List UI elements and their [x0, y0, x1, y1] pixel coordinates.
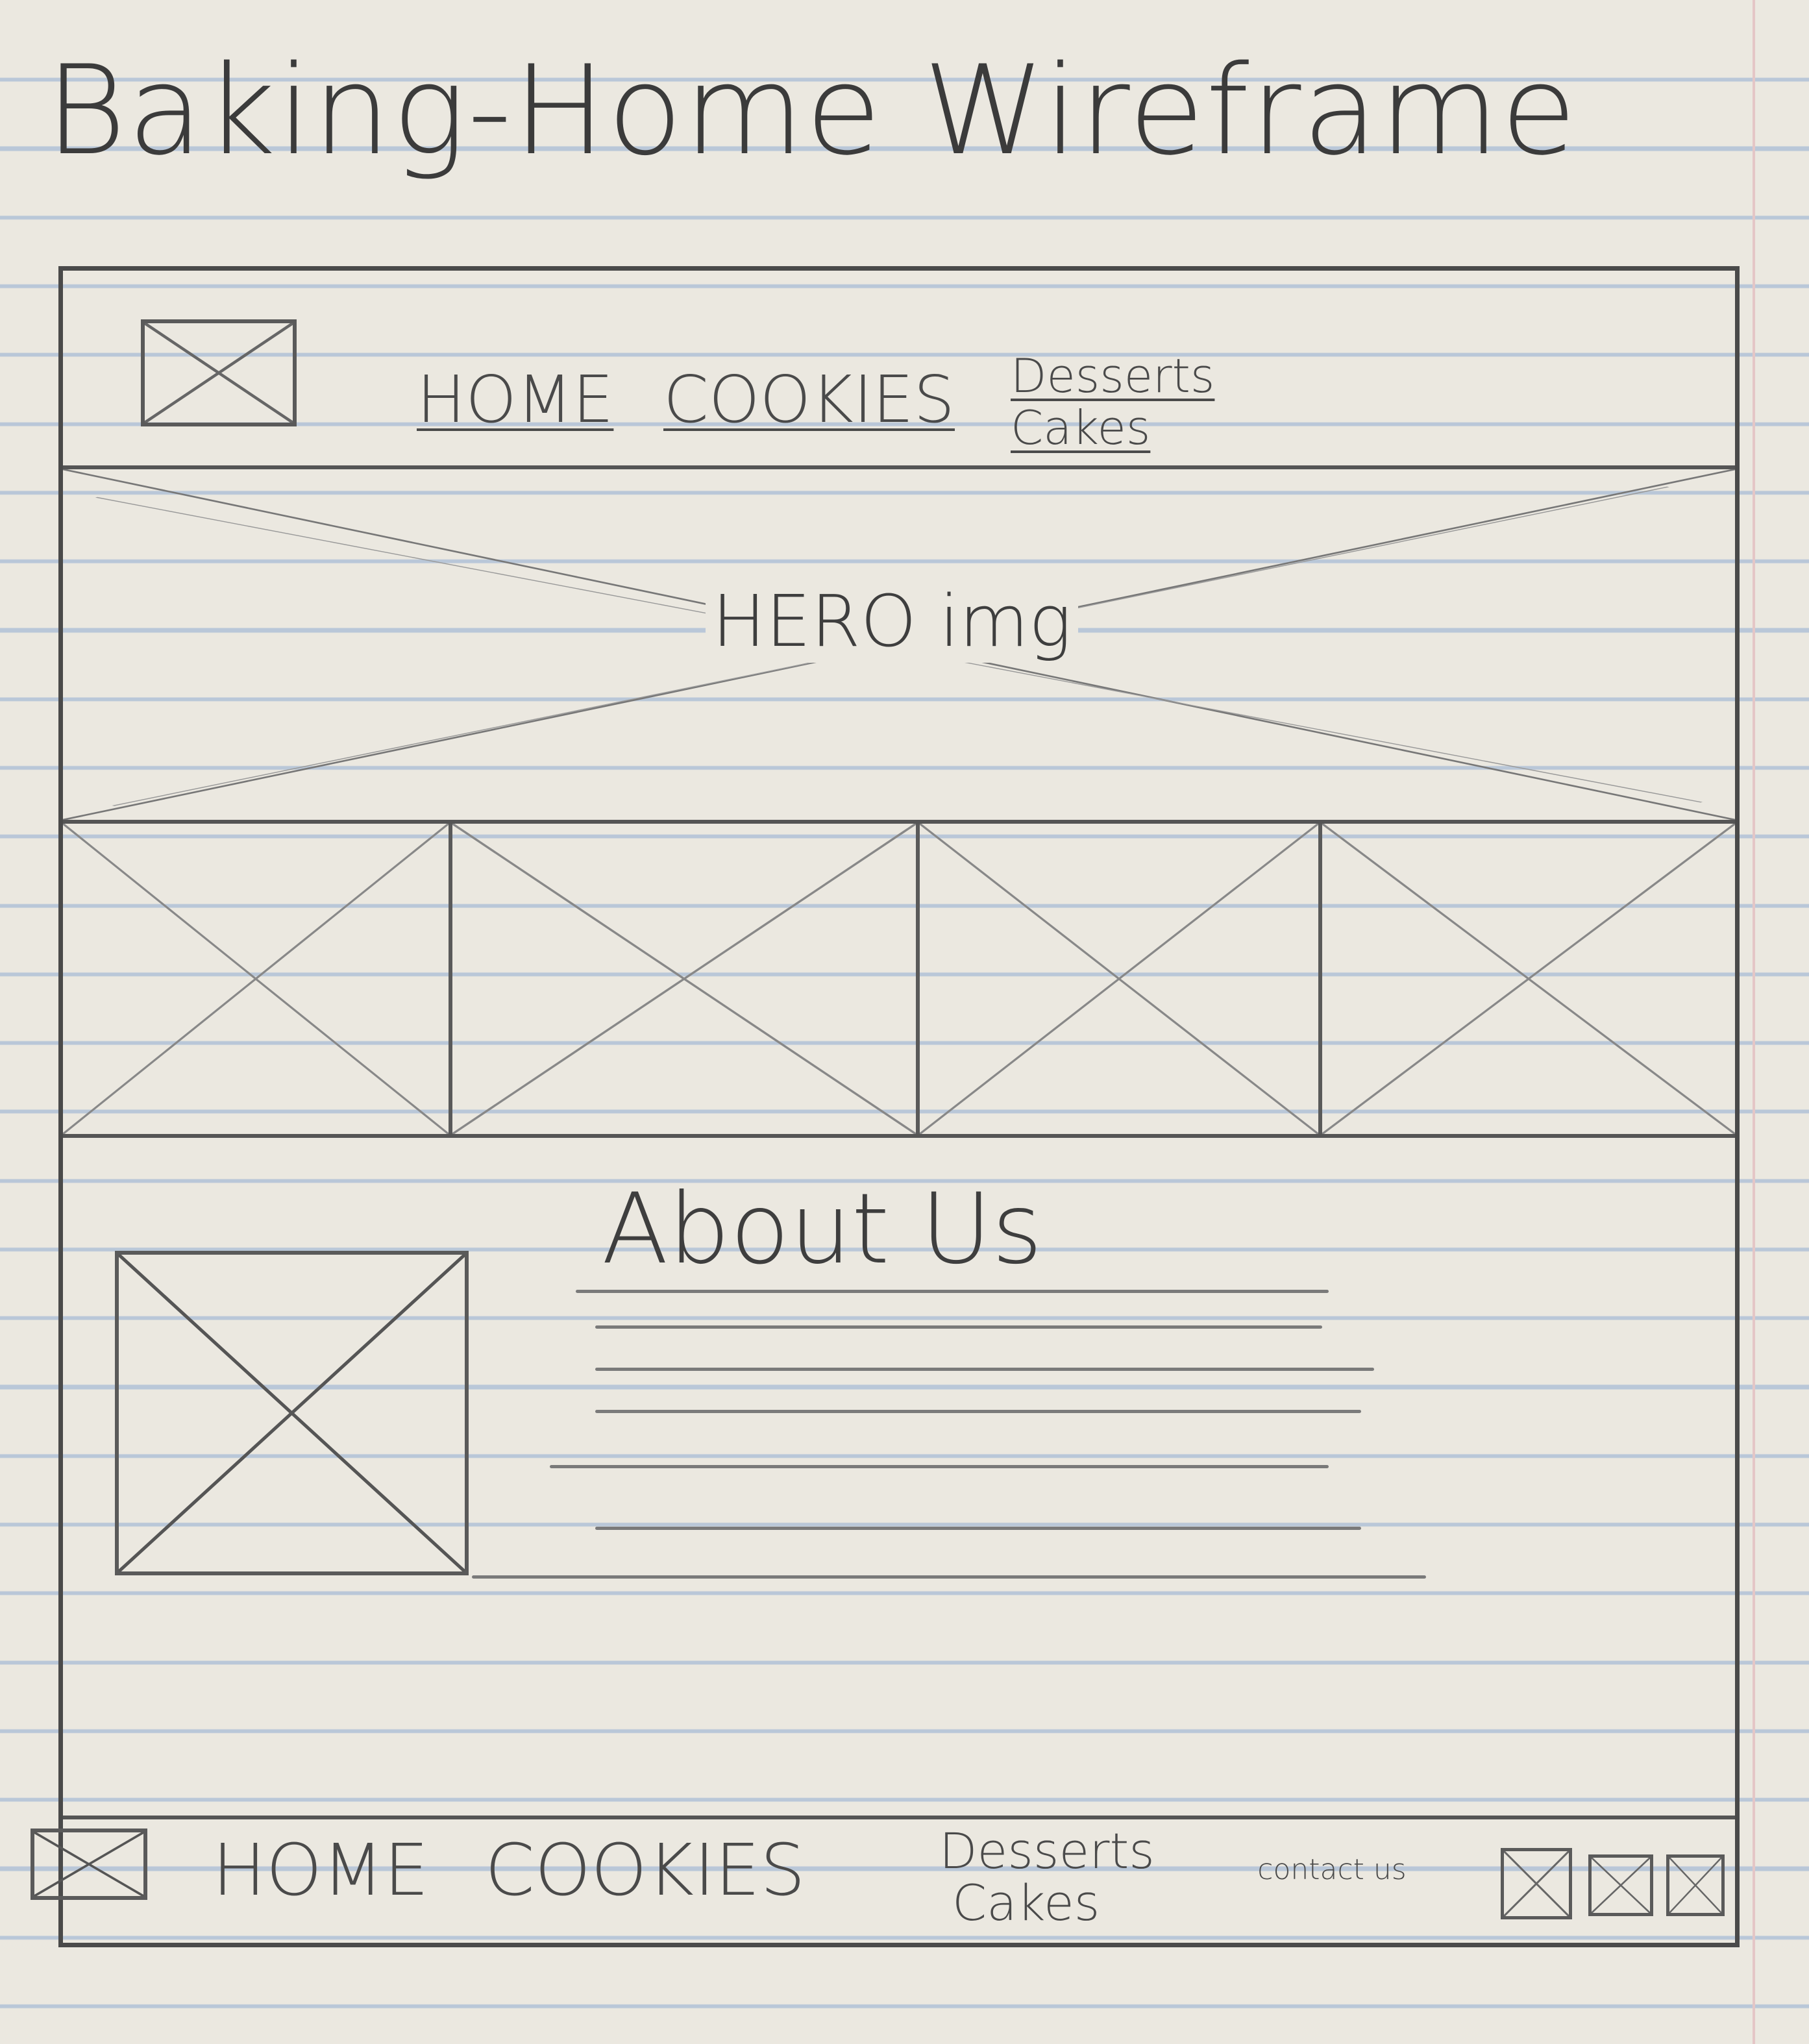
wireframe-frame: HOME COOKIES Desserts Cakes HERO img Abo… — [31, 266, 1740, 1947]
footer-nav-home[interactable]: HOME — [212, 1829, 429, 1912]
image-placeholder-icon — [34, 1832, 143, 1896]
hero-label: HERO img — [706, 580, 1078, 663]
footer-nav-cookies[interactable]: COOKIES — [485, 1829, 806, 1912]
page-title: Baking-Home Wireframe — [45, 39, 1578, 182]
header-nav-cakes[interactable]: Cakes — [1011, 400, 1150, 455]
image-placeholder-icon — [1592, 1858, 1650, 1913]
footer-contact-link[interactable]: contact us — [1257, 1854, 1407, 1886]
social-icon-1[interactable] — [1501, 1848, 1572, 1919]
tile-image-4 — [1322, 824, 1735, 1134]
footer-nav-desserts[interactable]: Desserts — [939, 1822, 1155, 1880]
text-line — [576, 1290, 1329, 1293]
image-placeholder-icon — [1504, 1851, 1569, 1916]
tile-image-1 — [63, 824, 452, 1134]
hero-image-placeholder: HERO img — [63, 469, 1735, 820]
tile-image-2 — [452, 824, 920, 1134]
about-image-placeholder — [115, 1251, 469, 1575]
text-line — [550, 1465, 1329, 1468]
image-placeholder-icon — [63, 824, 449, 1134]
about-title: About Us — [602, 1173, 1043, 1286]
image-placeholder-icon — [1669, 1858, 1721, 1913]
text-line — [595, 1527, 1361, 1530]
image-placeholder-icon — [920, 824, 1318, 1134]
logo-placeholder — [141, 319, 297, 426]
footer-logo-placeholder — [31, 1829, 147, 1900]
header-nav-home[interactable]: HOME — [417, 362, 613, 437]
text-line — [595, 1410, 1361, 1413]
text-line — [472, 1575, 1426, 1579]
tile-row — [63, 824, 1735, 1134]
notebook-margin-line — [1753, 0, 1755, 2044]
social-icon-2[interactable] — [1588, 1854, 1653, 1916]
footer-nav-cakes[interactable]: Cakes — [952, 1874, 1100, 1932]
social-icon-3[interactable] — [1666, 1854, 1725, 1916]
text-line — [595, 1325, 1322, 1329]
footer-divider — [63, 1816, 1735, 1819]
header-nav-cookies[interactable]: COOKIES — [663, 362, 955, 437]
tile-image-3 — [920, 824, 1322, 1134]
image-placeholder-icon — [1322, 824, 1735, 1134]
image-placeholder-icon — [145, 323, 293, 423]
tiles-divider — [63, 1134, 1735, 1138]
header-nav-desserts[interactable]: Desserts — [1011, 349, 1214, 403]
image-placeholder-icon — [452, 824, 916, 1134]
text-line — [595, 1368, 1374, 1371]
image-placeholder-icon — [119, 1255, 465, 1571]
